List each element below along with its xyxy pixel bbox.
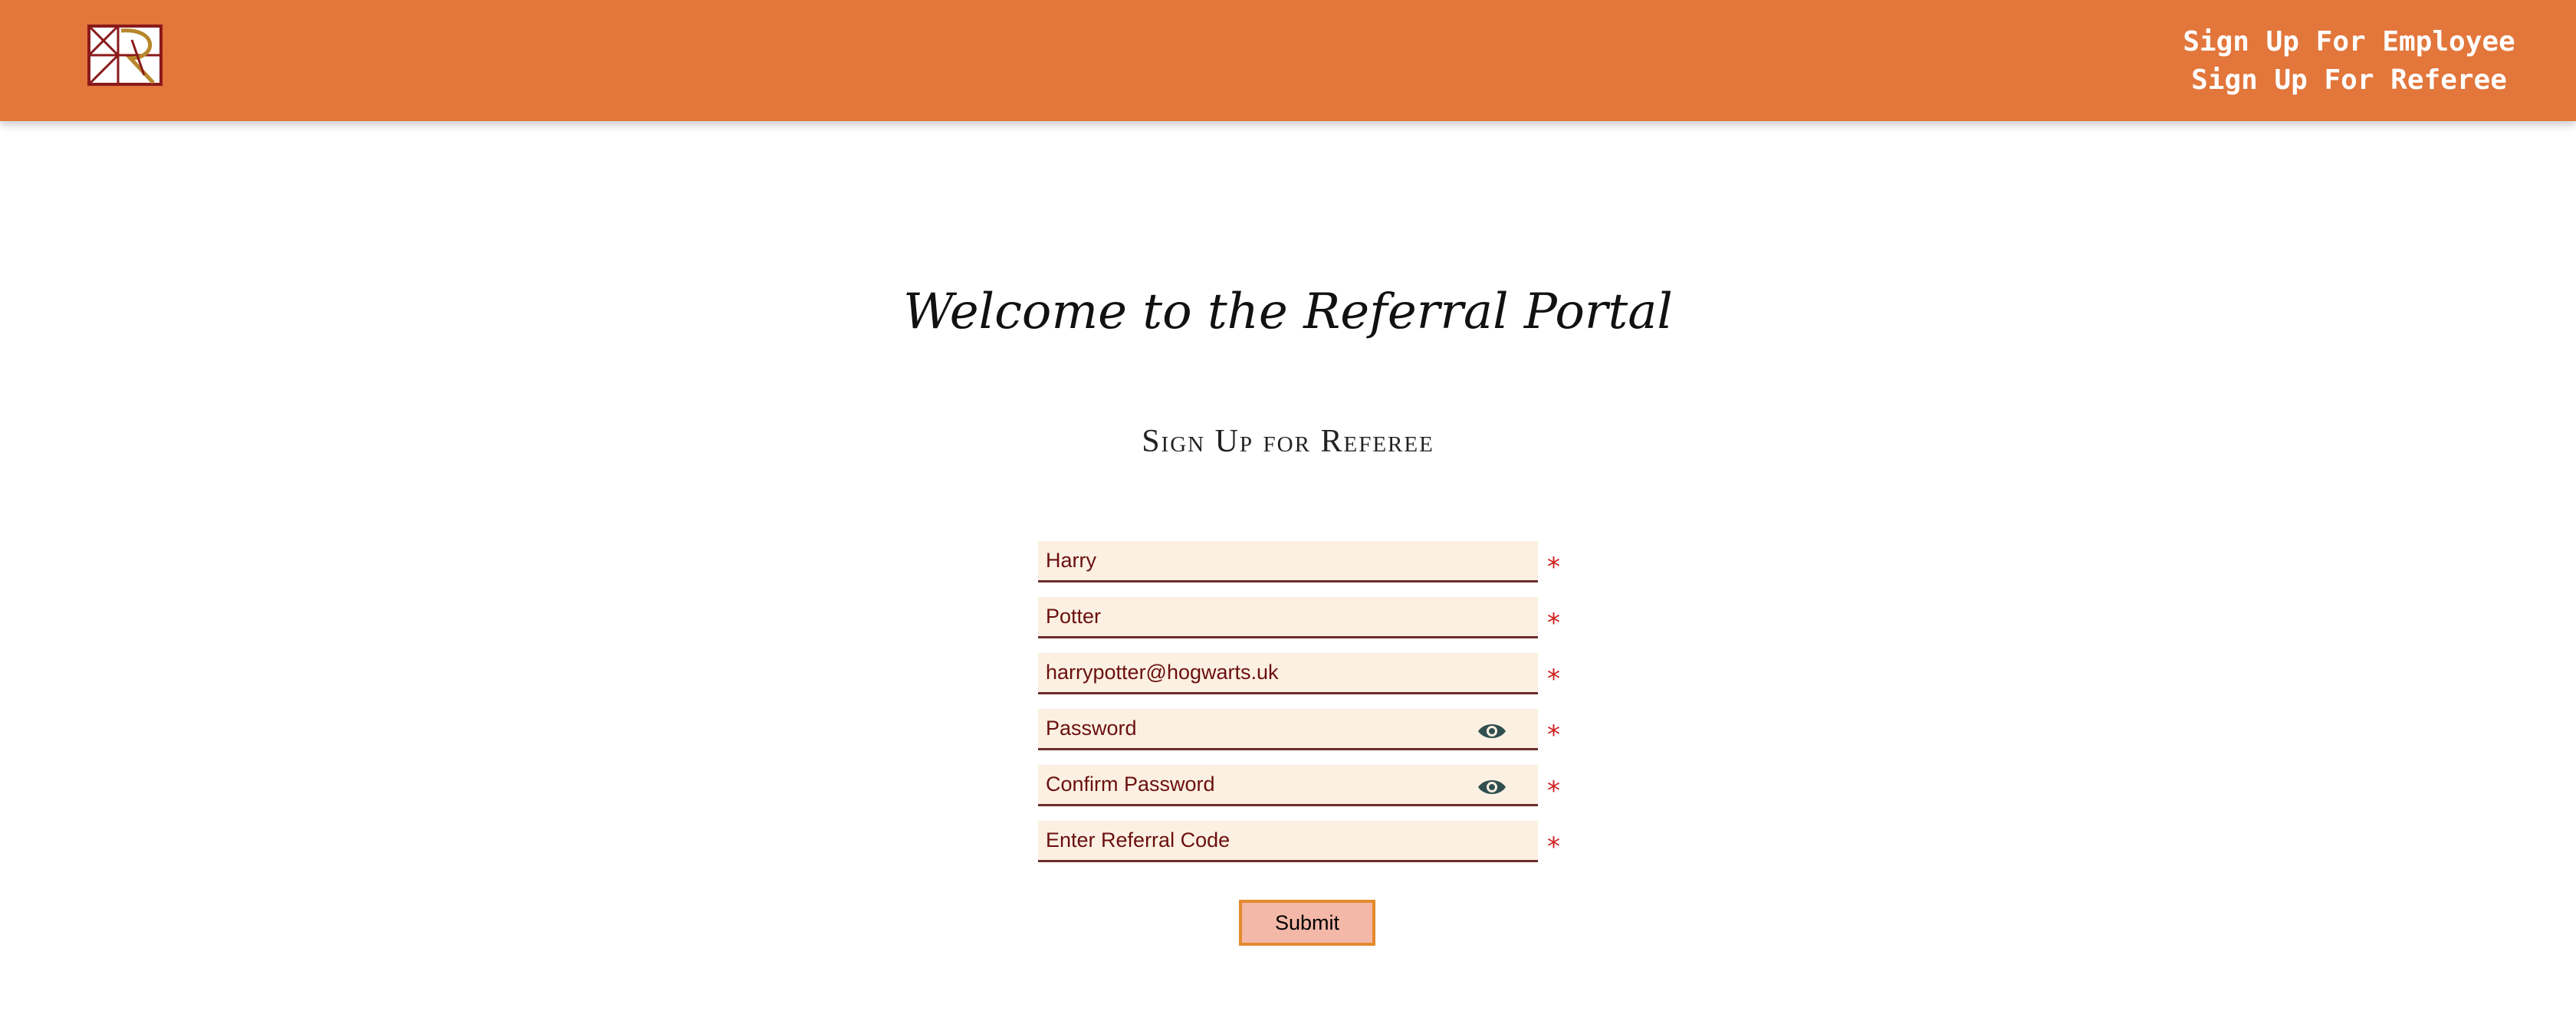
submit-button[interactable]: Submit [1239,900,1375,946]
nav-signup-referee[interactable]: Sign Up For Referee [2173,61,2525,100]
logo-icon[interactable] [87,25,163,86]
last-name-row: * [1038,597,1560,638]
email-input[interactable] [1038,653,1538,694]
header-nav: Sign Up For Employee Sign Up For Referee [2173,23,2525,100]
required-mark: * [1547,552,1560,582]
referral-code-input[interactable] [1038,821,1538,862]
required-mark: * [1547,608,1560,638]
confirm-password-input[interactable] [1038,765,1538,806]
password-input[interactable] [1038,709,1538,750]
eye-icon[interactable] [1477,777,1507,797]
confirm-password-row: * [1038,765,1560,806]
nav-signup-employee[interactable]: Sign Up For Employee [2173,23,2525,61]
email-row: * [1038,653,1560,694]
password-row: * [1038,709,1560,750]
last-name-input[interactable] [1038,597,1538,638]
top-bar: Sign Up For Employee Sign Up For Referee [0,0,2576,121]
first-name-row: * [1038,541,1560,582]
eye-icon[interactable] [1477,721,1507,741]
required-mark: * [1547,832,1560,862]
required-mark: * [1547,720,1560,750]
required-mark: * [1547,664,1560,694]
first-name-input[interactable] [1038,541,1538,582]
required-mark: * [1547,776,1560,806]
page-title: Welcome to the Referral Portal [903,284,1673,340]
form-title: Sign Up for Referee [1142,424,1434,459]
referral-code-row: * [1038,821,1560,862]
